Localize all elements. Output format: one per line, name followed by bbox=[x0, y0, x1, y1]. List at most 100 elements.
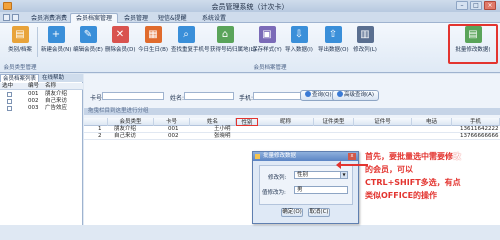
col-id-number[interactable]: 证件号 bbox=[354, 118, 412, 126]
ribbon-separator bbox=[37, 27, 38, 57]
import-icon: ⇩ bbox=[290, 26, 308, 43]
search-icon bbox=[305, 91, 311, 97]
col-phone[interactable]: 电话 bbox=[412, 118, 452, 126]
col-id-type[interactable]: 证件类型 bbox=[314, 118, 354, 126]
ribbon-button-save-style[interactable]: ▣ 保存样式(Y) bbox=[252, 26, 282, 53]
dialog-title: 批量修改数据 bbox=[263, 153, 297, 159]
ribbon-button-label: 类别/档案 bbox=[8, 47, 32, 53]
list-item[interactable]: 003 广告效应 bbox=[0, 105, 83, 112]
tab-system-settings[interactable]: 系统设置 bbox=[196, 13, 232, 23]
ribbon-button-modify-columns[interactable]: ▥ 修改列(L) bbox=[350, 26, 380, 53]
ribbon-button-label: 编辑会员(E) bbox=[73, 47, 103, 53]
ribbon-button-label: 修改列(L) bbox=[353, 47, 377, 53]
annotation-text: 首先，要批量选中需要修改 的会员，可以 CTRL+SHIFT多选，有点 类似OF… bbox=[365, 150, 500, 202]
col-nickname[interactable]: 昵称 bbox=[258, 118, 314, 126]
phone-label: 手机: bbox=[239, 95, 254, 102]
window-controls: – □ × bbox=[456, 1, 496, 10]
dialog-close-button[interactable]: x bbox=[348, 153, 356, 160]
col-card[interactable]: 卡号 bbox=[154, 118, 190, 126]
batch-edit-dialog: 批量修改数据 x 修改列: 性别 ▼ 值修改为: 男 确定(O) 取消(C) bbox=[252, 151, 359, 224]
item-name: 自己来访 bbox=[45, 98, 68, 104]
card-input[interactable] bbox=[102, 92, 164, 100]
title-bar: 会员管理系统（计次卡） – □ × bbox=[0, 0, 500, 12]
maximize-button[interactable]: □ bbox=[470, 1, 482, 10]
annotation-line1: 首先，要批量选中需要修 bbox=[365, 152, 453, 161]
ribbon-button-export[interactable]: ⇧ 导出数据(O) bbox=[318, 26, 349, 53]
save-style-icon: ▣ bbox=[258, 26, 276, 43]
ribbon-button-location[interactable]: ⌂ 获得号码归属地(L) bbox=[210, 26, 256, 53]
col-member-type[interactable]: 会员类型 bbox=[108, 118, 154, 126]
group-by-hint: 拖曳栏目到这里进行分组 bbox=[84, 108, 500, 115]
list-item[interactable]: 001 朋友介绍 bbox=[0, 91, 83, 98]
export-icon: ⇧ bbox=[324, 26, 342, 43]
list-item[interactable]: 002 自己来访 bbox=[0, 98, 83, 105]
chevron-down-icon[interactable]: ▼ bbox=[340, 172, 347, 178]
item-id: 003 bbox=[28, 105, 39, 111]
annotation-line4: 类似OFFICE的操作 bbox=[365, 191, 438, 200]
cell-mobile: 13611642222 bbox=[460, 126, 499, 132]
ribbon-button-find-duplicate[interactable]: ⌕ 查找重复手机号 bbox=[171, 26, 210, 53]
value-input[interactable]: 男 bbox=[294, 186, 348, 194]
ribbon-button-label: 查找重复手机号 bbox=[171, 47, 210, 53]
location-icon: ⌂ bbox=[216, 26, 234, 43]
ribbon-group-label-left: 会员类型管理 bbox=[3, 65, 37, 71]
left-table-header: 选中 编号 名称 bbox=[0, 83, 83, 90]
table-row[interactable]: 2 自己来访 002 张晓明 13766666666 bbox=[84, 133, 500, 140]
cell-card: 001 bbox=[168, 126, 179, 132]
cell-member-type: 自己来访 bbox=[114, 133, 137, 139]
dialog-form: 修改列: 性别 ▼ 值修改为: 男 bbox=[259, 165, 353, 205]
row-number: 1 bbox=[98, 126, 102, 132]
phone-input[interactable] bbox=[253, 92, 303, 100]
col-mobile[interactable]: 手机 bbox=[452, 118, 500, 126]
tab-online-help[interactable]: 在线帮助 bbox=[40, 74, 66, 82]
tab-sms-reminder[interactable]: 短信&提醒 bbox=[152, 13, 193, 23]
select-checkbox[interactable] bbox=[7, 106, 12, 111]
table-row[interactable]: 1 朋友介绍 001 王小明 13611642222 bbox=[84, 126, 500, 133]
annotation-line1-highlight: 改 bbox=[453, 152, 461, 161]
tab-member-archive[interactable]: 会员档案管理 bbox=[70, 13, 119, 23]
quick-undo-icon[interactable] bbox=[12, 14, 19, 21]
header-selected: 选中 bbox=[2, 83, 14, 89]
ok-button[interactable]: 确定(O) bbox=[281, 208, 303, 217]
minimize-button[interactable]: – bbox=[456, 1, 468, 10]
value-label: 值修改为: bbox=[262, 190, 286, 196]
ribbon-button-label: 删除会员(D) bbox=[105, 47, 136, 53]
ribbon-button-add-user[interactable]: + 新建会员(N) bbox=[41, 26, 71, 53]
ribbon-button-edit-user[interactable]: ✎ 编辑会员(E) bbox=[73, 26, 103, 53]
ribbon-button-folder[interactable]: ▤ 类别/档案 bbox=[5, 26, 35, 53]
name-input[interactable] bbox=[184, 92, 234, 100]
ribbon-button-import[interactable]: ⇩ 导入数据(I) bbox=[284, 26, 314, 53]
col-name[interactable]: 姓名 bbox=[190, 118, 236, 126]
grid-header: 会员类型 卡号 姓名 性别 昵称 证件类型 证件号 电话 手机 bbox=[84, 118, 500, 126]
cell-name: 张晓明 bbox=[214, 133, 231, 139]
ribbon-button-delete-user[interactable]: ✕ 删除会员(D) bbox=[105, 26, 136, 53]
annotation-arrow bbox=[336, 161, 368, 169]
col-gender[interactable]: 性别 bbox=[236, 118, 258, 126]
advanced-query-button[interactable]: 高级查询(A) bbox=[332, 90, 380, 101]
cell-member-type: 朋友介绍 bbox=[114, 126, 137, 132]
cell-mobile: 13766666666 bbox=[460, 133, 499, 139]
calendar-icon: ▦ bbox=[144, 26, 162, 43]
search-icon bbox=[337, 91, 343, 97]
dialog-icon bbox=[255, 154, 260, 159]
select-checkbox[interactable] bbox=[7, 99, 12, 104]
quick-save-icon[interactable] bbox=[3, 14, 10, 21]
cell-name: 王小明 bbox=[214, 126, 231, 132]
ribbon-button-calendar[interactable]: ▦ 今日生日(B) bbox=[138, 26, 168, 53]
tab-consume[interactable]: 会员消费消费 bbox=[25, 13, 73, 23]
annotation-highlight-box bbox=[448, 24, 498, 64]
tab-member-manage[interactable]: 会员管理 bbox=[118, 13, 154, 23]
close-button[interactable]: × bbox=[484, 1, 496, 10]
header-name: 名称 bbox=[45, 83, 57, 89]
item-name: 朋友介绍 bbox=[45, 91, 68, 97]
cancel-button[interactable]: 取消(C) bbox=[308, 208, 330, 217]
column-label: 修改列: bbox=[268, 175, 287, 181]
column-select[interactable]: 性别 ▼ bbox=[294, 171, 348, 179]
select-checkbox[interactable] bbox=[7, 92, 12, 97]
col-row-number bbox=[84, 118, 108, 126]
value-input-text: 男 bbox=[297, 187, 303, 193]
tab-member-list[interactable]: 会员档案列表 bbox=[0, 74, 40, 82]
modify-columns-icon: ▥ bbox=[356, 26, 374, 43]
add-user-icon: + bbox=[47, 26, 65, 43]
row-number: 2 bbox=[98, 133, 102, 139]
